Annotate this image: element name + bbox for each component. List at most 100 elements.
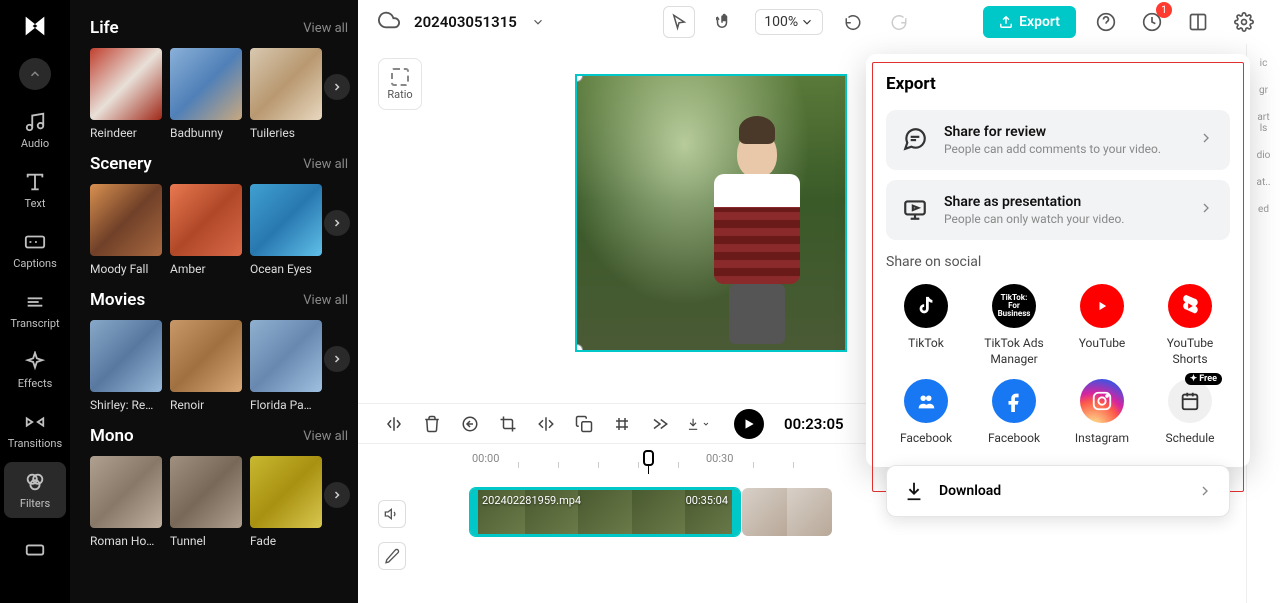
social-youtube[interactable]: YouTube bbox=[1062, 284, 1142, 367]
view-all-link[interactable]: View all bbox=[303, 157, 348, 172]
social-schedule[interactable]: ✦FreeSchedule bbox=[1150, 379, 1230, 447]
share-on-social-header: Share on social bbox=[886, 254, 1230, 270]
category-title-mono: Mono bbox=[90, 426, 134, 446]
video-clip[interactable]: 202402281959.mp4 00:35:04 bbox=[470, 488, 740, 536]
category-title-scenery: Scenery bbox=[90, 154, 152, 174]
ratio-icon bbox=[391, 68, 409, 86]
filter-thumb[interactable]: Florida Pa… bbox=[250, 320, 322, 412]
filter-thumb[interactable]: Tuileries bbox=[250, 48, 322, 140]
free-badge: ✦Free bbox=[1185, 373, 1222, 385]
export-panel: Export Share for reviewPeople can add co… bbox=[866, 54, 1250, 467]
social-youtube-shorts[interactable]: YouTube Shorts bbox=[1150, 284, 1230, 367]
review-icon bbox=[902, 126, 930, 154]
export-button[interactable]: Export bbox=[983, 6, 1076, 38]
crop-timeline-icon[interactable] bbox=[496, 412, 520, 436]
sidebar-label-text: Text bbox=[25, 197, 46, 210]
social-facebook[interactable]: Facebook bbox=[974, 379, 1054, 447]
filter-thumb[interactable]: Amber bbox=[170, 184, 242, 276]
video-preview[interactable] bbox=[575, 74, 847, 352]
social-tiktok-ads[interactable]: TikTok:For BusinessTikTok Ads Manager bbox=[974, 284, 1054, 367]
sidebar-item-transitions[interactable]: Transitions bbox=[0, 402, 70, 458]
hand-tool-icon[interactable] bbox=[709, 6, 741, 38]
filter-thumb[interactable]: Roman Ho… bbox=[90, 456, 162, 548]
filter-thumb[interactable]: Reindeer bbox=[90, 48, 162, 140]
share-for-review-card[interactable]: Share for reviewPeople can add comments … bbox=[886, 110, 1230, 170]
chevron-right-icon bbox=[1197, 483, 1213, 499]
export-panel-title: Export bbox=[886, 74, 1230, 94]
duplicate-icon[interactable] bbox=[572, 412, 596, 436]
rail-item[interactable]: at.. bbox=[1257, 177, 1271, 188]
chevron-down-icon[interactable] bbox=[531, 15, 545, 29]
row-next-icon[interactable] bbox=[324, 346, 350, 372]
right-rail: ic gr artls dio at.. ed bbox=[1246, 44, 1280, 603]
history-icon[interactable]: 1 bbox=[1136, 6, 1168, 38]
row-next-icon[interactable] bbox=[324, 210, 350, 236]
rail-item[interactable]: artls bbox=[1257, 112, 1269, 134]
app-logo[interactable] bbox=[17, 8, 53, 44]
split-icon[interactable] bbox=[382, 412, 406, 436]
volume-track-icon[interactable] bbox=[378, 500, 406, 528]
presentation-icon bbox=[902, 196, 930, 224]
zoom-dropdown[interactable]: 100% bbox=[755, 9, 823, 35]
social-tiktok[interactable]: TikTok bbox=[886, 284, 966, 367]
social-instagram[interactable]: Instagram bbox=[1062, 379, 1142, 447]
pointer-tool-icon[interactable] bbox=[663, 6, 695, 38]
filter-thumb[interactable]: Renoir bbox=[170, 320, 242, 412]
view-all-link[interactable]: View all bbox=[303, 21, 348, 36]
filter-thumb[interactable]: Moody Fall bbox=[90, 184, 162, 276]
rail-item[interactable]: gr bbox=[1259, 85, 1268, 96]
filter-thumb[interactable]: Tunnel bbox=[170, 456, 242, 548]
project-title[interactable]: 202403051315 bbox=[414, 13, 517, 31]
filter-thumb[interactable]: Shirley: Re… bbox=[90, 320, 162, 412]
ratio-button[interactable]: Ratio bbox=[378, 58, 422, 110]
video-clip[interactable] bbox=[742, 488, 832, 536]
layout-icon[interactable] bbox=[1182, 6, 1214, 38]
category-title-life: Life bbox=[90, 18, 119, 38]
sidebar-item-text[interactable]: Text bbox=[0, 162, 70, 218]
view-all-link[interactable]: View all bbox=[303, 429, 348, 444]
sidebar-item-effects[interactable]: Effects bbox=[0, 342, 70, 398]
download-icon bbox=[903, 480, 925, 502]
sidebar-item-audio[interactable]: Audio bbox=[0, 102, 70, 158]
view-all-link[interactable]: View all bbox=[303, 293, 348, 308]
undo-icon[interactable] bbox=[837, 6, 869, 38]
rail-item[interactable]: ed bbox=[1258, 204, 1269, 215]
category-title-movies: Movies bbox=[90, 290, 145, 310]
mirror-icon[interactable] bbox=[534, 412, 558, 436]
download-clip-icon[interactable] bbox=[686, 412, 710, 436]
filter-thumb[interactable]: Fade bbox=[250, 456, 322, 548]
reverse-icon[interactable] bbox=[458, 412, 482, 436]
filter-thumb[interactable]: Ocean Eyes bbox=[250, 184, 322, 276]
social-facebook-group[interactable]: Facebook bbox=[886, 379, 966, 447]
filter-thumb[interactable]: Badbunny bbox=[170, 48, 242, 140]
speed-icon[interactable] bbox=[648, 412, 672, 436]
download-card[interactable]: Download bbox=[886, 465, 1230, 517]
row-next-icon[interactable] bbox=[324, 74, 350, 100]
row-next-icon[interactable] bbox=[324, 482, 350, 508]
sidebar-item-transcript[interactable]: Transcript bbox=[0, 282, 70, 338]
collapse-icon[interactable] bbox=[19, 58, 51, 90]
sidebar-label-audio: Audio bbox=[21, 137, 49, 150]
chevron-right-icon bbox=[1198, 200, 1214, 220]
rail-item[interactable]: ic bbox=[1260, 58, 1268, 69]
edit-track-icon[interactable] bbox=[378, 542, 406, 570]
delete-icon[interactable] bbox=[420, 412, 444, 436]
rail-item[interactable]: dio bbox=[1257, 150, 1271, 161]
chevron-right-icon bbox=[1198, 130, 1214, 150]
settings-icon[interactable] bbox=[1228, 6, 1260, 38]
sidebar-item-captions[interactable]: Captions bbox=[0, 222, 70, 278]
sidebar-item-filters[interactable]: Filters bbox=[4, 462, 66, 518]
help-icon[interactable] bbox=[1090, 6, 1122, 38]
redo-icon[interactable] bbox=[883, 6, 915, 38]
play-button[interactable] bbox=[734, 409, 764, 439]
notification-badge: 1 bbox=[1156, 2, 1172, 18]
sidebar-label-captions: Captions bbox=[13, 257, 57, 270]
playhead[interactable] bbox=[648, 452, 649, 474]
freeze-icon[interactable] bbox=[610, 412, 634, 436]
sidebar-item-keyboard[interactable] bbox=[0, 522, 70, 578]
share-as-presentation-card[interactable]: Share as presentationPeople can only wat… bbox=[886, 180, 1230, 240]
filter-panel: Life View all Reindeer Badbunny Tuileries… bbox=[70, 0, 358, 603]
sidebar-label-filters: Filters bbox=[20, 497, 50, 510]
cloud-icon[interactable] bbox=[378, 9, 400, 35]
sidebar-label-effects: Effects bbox=[18, 377, 53, 390]
